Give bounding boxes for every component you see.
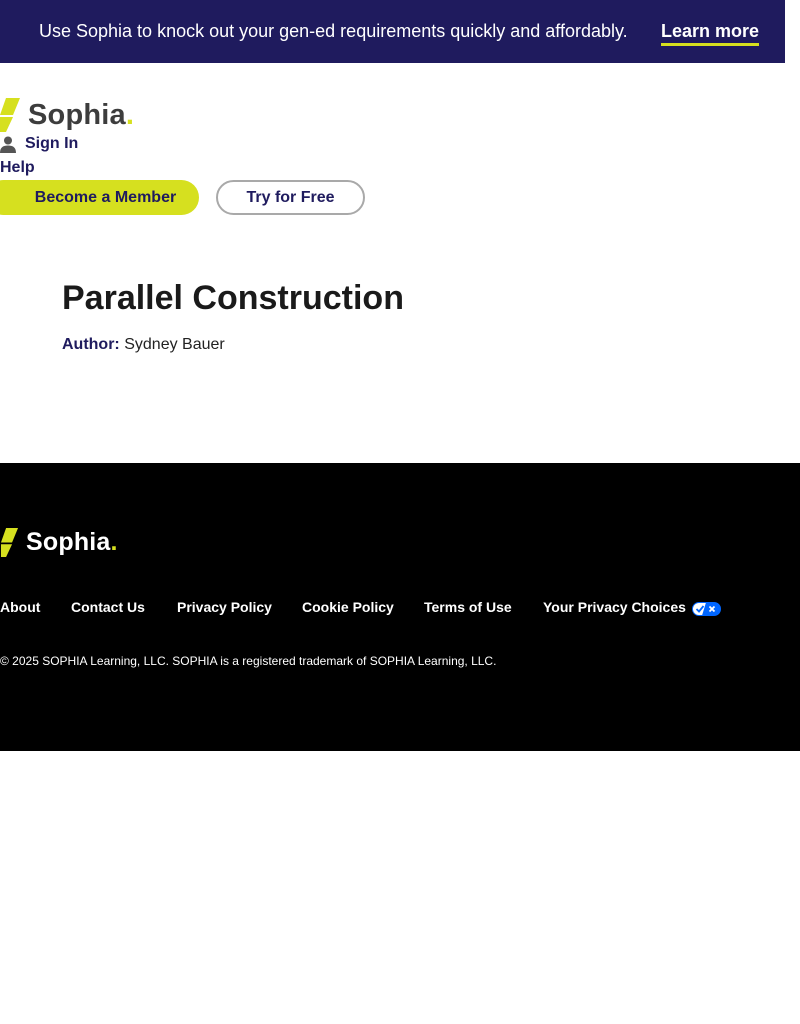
sophia-logo-icon [0, 527, 19, 557]
learn-more-link[interactable]: Learn more [661, 21, 760, 46]
sophia-logo[interactable]: Sophia. [0, 97, 134, 133]
promo-text: Use Sophia to knock out your gen-ed requ… [39, 21, 628, 41]
footer-link-privacy-choices[interactable]: Your Privacy Choices [543, 599, 686, 615]
footer-link-privacy-policy[interactable]: Privacy Policy [177, 599, 272, 615]
author-name: Sydney Bauer [124, 336, 225, 353]
help-link[interactable]: Help [0, 159, 35, 177]
author-label: Author: [62, 336, 120, 353]
footer-logo-dot: . [110, 527, 118, 556]
promo-banner: Use Sophia to knock out your gen-ed requ… [0, 0, 785, 63]
privacy-choices-icon[interactable] [692, 602, 721, 616]
logo-wordmark: Sophia [28, 98, 126, 131]
page-title: Parallel Construction [62, 279, 404, 317]
footer-logo[interactable]: Sophia. [0, 527, 118, 557]
sophia-logo-icon [0, 98, 20, 132]
footer: Sophia. About Contact Us Privacy Policy … [0, 463, 800, 751]
sign-in-label: Sign In [25, 135, 79, 152]
become-member-button[interactable]: Become a Member [0, 180, 199, 215]
footer-link-contact[interactable]: Contact Us [71, 599, 145, 615]
footer-link-cookie-policy[interactable]: Cookie Policy [302, 599, 394, 615]
user-icon [0, 136, 16, 153]
footer-logo-wordmark: Sophia [26, 527, 111, 556]
author-line: Author: Sydney Bauer [62, 336, 225, 354]
try-for-free-button[interactable]: Try for Free [216, 180, 365, 215]
footer-link-terms[interactable]: Terms of Use [424, 599, 512, 615]
footer-link-about[interactable]: About [0, 599, 40, 615]
logo-dot: . [125, 98, 134, 131]
copyright-text: © 2025 SOPHIA Learning, LLC. SOPHIA is a… [0, 654, 497, 668]
sign-in-link[interactable]: Sign In [0, 134, 78, 154]
